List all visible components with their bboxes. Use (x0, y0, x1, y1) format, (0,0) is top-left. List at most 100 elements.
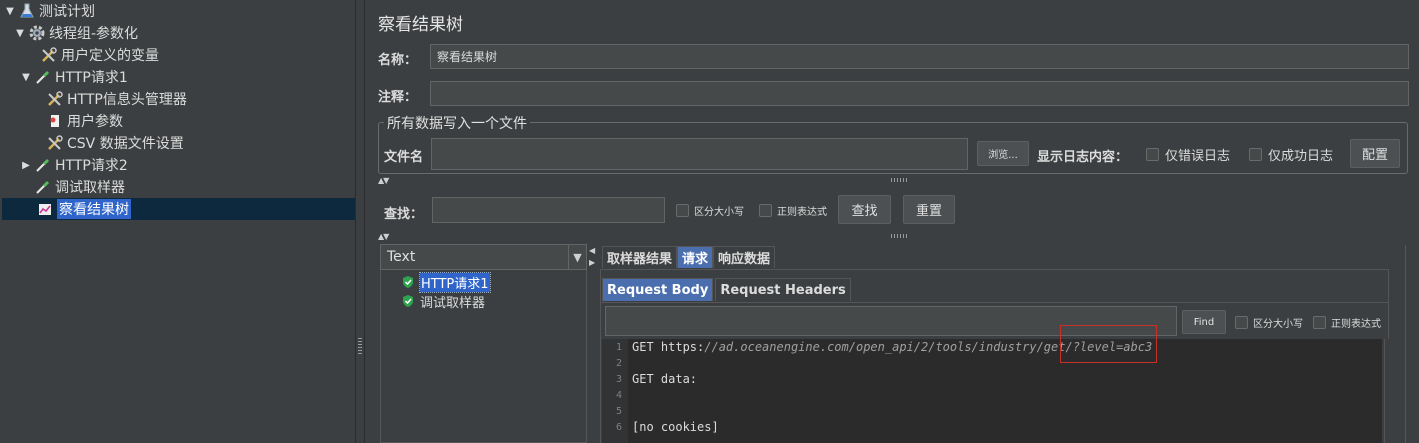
checkbox-label: 正则表达式 (777, 207, 827, 218)
log-content-label: 显示日志内容： (1037, 150, 1129, 165)
tree-node-http-request-1[interactable]: ▼ HTTP请求1 (20, 66, 128, 88)
tree-node-thread-group[interactable]: ▼ 线程组-参数化 (14, 22, 138, 44)
checkbox-box[interactable] (676, 204, 689, 217)
comment-input[interactable] (430, 81, 1409, 106)
renderer-select[interactable]: Text ▼ (380, 244, 587, 270)
checkbox-label: 仅错误日志 (1165, 149, 1231, 164)
find-regex-checkbox[interactable]: 正则表达式 (1313, 315, 1381, 330)
filename-label: 文件名 (384, 150, 424, 165)
configure-button[interactable]: 配置 (1350, 139, 1400, 168)
tree-node-csv-config[interactable]: CSV 数据文件设置 (32, 132, 184, 154)
name-label: 名称： (378, 53, 418, 68)
success-shield-icon (403, 295, 413, 307)
tab-request[interactable]: 请求 (677, 246, 714, 268)
result-item-debug-sampler[interactable]: 调试取样器 (401, 292, 486, 311)
checkbox-label: 区分大小写 (694, 207, 744, 218)
tree-node-user-defined-vars[interactable]: 用户定义的变量 (26, 44, 159, 66)
result-item-http-request-1[interactable]: HTTP请求1 (401, 271, 491, 293)
tree-node-label: CSV 数据文件设置 (67, 136, 184, 152)
collapse-arrows-icon[interactable]: ▲▼ (378, 176, 389, 185)
search-button[interactable]: 查找 (838, 195, 891, 224)
collapse-icon[interactable]: ▼ (20, 72, 32, 83)
request-body-editor[interactable]: 1 2 3 4 5 6 GET https://ad.oceanengine.c… (602, 339, 1382, 443)
comment-label: 注释： (378, 90, 418, 105)
name-input[interactable]: 察看结果树 (430, 44, 1409, 69)
outer-scrollbar[interactable] (1405, 245, 1413, 443)
request-subtabs: Request Body Request Headers (602, 278, 851, 301)
browse-button[interactable]: 浏览... (977, 141, 1029, 166)
tree-node-debug-sampler[interactable]: 调试取样器 (20, 176, 125, 198)
checkbox-box[interactable] (1146, 148, 1159, 161)
horizontal-splitter[interactable]: ▲▼ (378, 175, 1412, 185)
pipette-icon (34, 178, 52, 196)
code-text: GET https: (632, 340, 705, 354)
find-case-sensitive-checkbox[interactable]: 区分大小写 (1235, 315, 1303, 330)
line-number: 1 (615, 342, 622, 353)
panel-title: 察看结果树 (378, 15, 463, 35)
horizontal-splitter[interactable]: ▲▼ (378, 231, 1412, 241)
gear-icon (28, 24, 46, 42)
collapse-right-icon[interactable]: ▶ (589, 258, 595, 267)
tree-node-label: 用户参数 (67, 114, 123, 130)
main-splitter[interactable] (356, 0, 365, 443)
tab-sampler-result[interactable]: 取样器结果 (602, 246, 678, 268)
tree-node-http-request-2[interactable]: ▶ HTTP请求2 (20, 154, 128, 176)
checkbox-box[interactable] (1249, 148, 1262, 161)
checkbox-label: 正则表达式 (1331, 319, 1381, 330)
tree-node-label: 察看结果树 (57, 199, 131, 219)
collapse-left-icon[interactable]: ◀ (589, 246, 595, 255)
checkbox-box[interactable] (759, 204, 772, 217)
pipette-icon (34, 68, 52, 86)
checkbox-box[interactable] (1313, 316, 1326, 329)
line-number: 5 (615, 406, 622, 417)
tree-node-label: HTTP请求1 (55, 70, 128, 86)
case-sensitive-checkbox[interactable]: 区分大小写 (676, 203, 744, 218)
test-plan-tree[interactable]: ▼ 测试计划 ▼ 线程组-参数化 用户定义的变量 ▼ HTTP请求1 HTTP信… (0, 0, 356, 443)
tree-node-label: 线程组-参数化 (49, 26, 139, 42)
wrench-icon (46, 90, 64, 108)
tab-request-body[interactable]: Request Body (602, 278, 714, 301)
checkbox-label: 仅成功日志 (1268, 149, 1334, 164)
expand-icon[interactable]: ▶ (20, 160, 32, 171)
collapse-arrows-icon[interactable]: ▲▼ (378, 232, 389, 241)
editor-scrollbar[interactable] (1384, 339, 1398, 443)
flask-icon (18, 2, 36, 20)
collapse-icon[interactable]: ▼ (4, 6, 16, 17)
checkbox-box[interactable] (1235, 316, 1248, 329)
line-number-gutter: 1 2 3 4 5 6 (602, 339, 628, 443)
tree-node-label: 用户定义的变量 (61, 48, 159, 64)
regex-checkbox[interactable]: 正则表达式 (759, 203, 827, 218)
tree-node-label: HTTP请求2 (55, 158, 128, 174)
tree-node-label: 测试计划 (39, 4, 95, 20)
tree-node-test-plan[interactable]: ▼ 测试计划 (4, 0, 95, 22)
reset-button[interactable]: 重置 (903, 195, 955, 224)
code-line: GET data: (632, 372, 698, 386)
tab-request-headers[interactable]: Request Headers (715, 278, 851, 301)
errors-only-checkbox[interactable]: 仅错误日志 (1146, 145, 1230, 164)
tree-node-user-params[interactable]: 用户参数 (32, 110, 123, 132)
success-only-checkbox[interactable]: 仅成功日志 (1249, 145, 1333, 164)
splitter-grip[interactable] (891, 178, 910, 182)
fieldset-legend: 所有数据写入一个文件 (384, 113, 530, 133)
line-number: 4 (615, 390, 622, 401)
line-number: 6 (615, 422, 622, 433)
result-item-label: 调试取样器 (420, 295, 486, 311)
chevron-down-icon[interactable]: ▼ (568, 245, 586, 269)
result-tabs: 取样器结果 请求 响应数据 (602, 246, 776, 268)
checkbox-label: 区分大小写 (1253, 319, 1303, 330)
tab-response-data[interactable]: 响应数据 (713, 246, 776, 268)
splitter-grip[interactable] (891, 234, 910, 238)
tree-node-header-manager[interactable]: HTTP信息头管理器 (32, 88, 187, 110)
vertical-splitter[interactable]: ◀ ▶ (588, 244, 596, 443)
tree-node-view-results-tree[interactable]: 察看结果树 (2, 198, 355, 220)
code-line: [no cookies] (632, 420, 719, 434)
search-input[interactable] (432, 197, 665, 223)
bookmark-icon (46, 112, 64, 130)
results-list[interactable]: HTTP请求1 调试取样器 (380, 270, 587, 443)
search-label: 查找： (384, 207, 424, 222)
collapse-icon[interactable]: ▼ (14, 28, 26, 39)
find-button[interactable]: Find (1182, 310, 1226, 334)
chart-icon (36, 200, 54, 218)
splitter-grip[interactable] (358, 338, 362, 356)
filename-input[interactable] (431, 138, 968, 170)
